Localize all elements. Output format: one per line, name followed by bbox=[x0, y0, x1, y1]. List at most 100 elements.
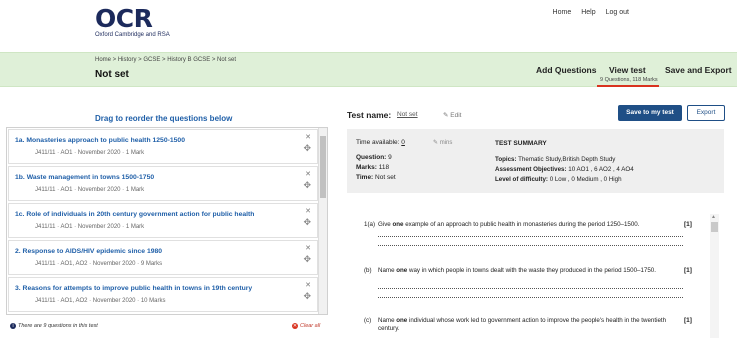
export-button[interactable]: Export bbox=[687, 105, 725, 121]
paper-scrollbar[interactable]: ▲ bbox=[710, 214, 719, 338]
question-text-bold: one bbox=[396, 267, 408, 274]
tab-view-test[interactable]: View test bbox=[609, 65, 646, 75]
clear-icon: ✕ bbox=[292, 323, 298, 329]
question-meta: J411/11 · AO1, AO2 · November 2020 · 10 … bbox=[35, 298, 166, 304]
question-item[interactable]: 2. Response to AIDS/HIV epidemic since 1… bbox=[8, 240, 318, 275]
pencil-icon: ✎ bbox=[433, 140, 439, 146]
time-value: Not set bbox=[375, 174, 396, 181]
answer-line bbox=[378, 236, 683, 237]
remove-question-icon[interactable]: ✕ bbox=[305, 207, 311, 215]
drag-reorder-title: Drag to reorder the questions below bbox=[95, 114, 233, 123]
summary-topics: Topics: Thematic Study,British Depth Stu… bbox=[495, 156, 615, 163]
difficulty-value: 0 Low , 0 Medium , 0 High bbox=[549, 176, 622, 183]
topics-value: Thematic Study,British Depth Study bbox=[518, 156, 616, 163]
breadcrumb[interactable]: Home > History > GCSE > History B GCSE >… bbox=[95, 57, 236, 63]
test-summary-panel: Time available: 0 ✎ mins Question: 9 Mar… bbox=[347, 129, 724, 193]
scroll-up-arrow-icon[interactable]: ▲ bbox=[711, 214, 716, 220]
clear-all-label: Clear all bbox=[300, 323, 321, 329]
ocr-logo[interactable]: OCR Oxford Cambridge and RSA bbox=[95, 6, 170, 38]
scrollbar-thumb[interactable] bbox=[711, 222, 718, 232]
logo-subtitle: Oxford Cambridge and RSA bbox=[95, 32, 170, 38]
view-test-summary: 9 Questions, 118 Marks bbox=[600, 77, 658, 83]
question-text-part: example of an approach to public health … bbox=[403, 221, 640, 228]
time-available: Time available: 0 bbox=[356, 139, 405, 146]
drag-handle-icon[interactable]: ✥ bbox=[303, 180, 311, 191]
answer-line bbox=[378, 245, 683, 246]
remove-question-icon[interactable]: ✕ bbox=[305, 133, 311, 141]
question-number: 1(a) bbox=[364, 221, 376, 228]
page-title: Not set bbox=[95, 69, 129, 80]
top-header: OCR Oxford Cambridge and RSA Home Help L… bbox=[0, 0, 737, 52]
scrollbar-thumb[interactable] bbox=[320, 136, 326, 198]
question-count-label: Question: bbox=[356, 154, 387, 161]
time-setting: Time: Not set bbox=[356, 174, 396, 181]
nav-help-link[interactable]: Help bbox=[581, 9, 595, 16]
question-meta: J411/11 · AO1 · November 2020 · 1 Mark bbox=[35, 224, 145, 230]
nav-home-link[interactable]: Home bbox=[553, 9, 572, 16]
question-meta: J411/11 · AO1, AO2 · November 2020 · 9 M… bbox=[35, 261, 163, 267]
question-number: (b) bbox=[364, 267, 372, 274]
difficulty-label: Level of difficulty: bbox=[495, 176, 548, 183]
question-item[interactable]: 1c. Role of individuals in 20th century … bbox=[8, 203, 318, 238]
active-tab-indicator bbox=[597, 85, 659, 87]
test-summary-heading: TEST SUMMARY bbox=[495, 140, 547, 147]
question-text: Give one example of an approach to publi… bbox=[378, 221, 683, 229]
drag-handle-icon[interactable]: ✥ bbox=[303, 217, 311, 228]
question-title[interactable]: 1a. Monasteries approach to public healt… bbox=[15, 137, 185, 144]
time-mins-input[interactable]: ✎ mins bbox=[433, 139, 452, 146]
marks-label: Marks: bbox=[356, 164, 377, 171]
summary-assessment-objectives: Assessment Objectives: 10 AO1 , 6 AO2 , … bbox=[495, 166, 634, 173]
question-count-text: There are 9 questions in this test bbox=[18, 323, 98, 329]
question-list[interactable]: 1a. Monasteries approach to public healt… bbox=[6, 127, 328, 315]
clear-all-link[interactable]: ✕ Clear all bbox=[292, 323, 320, 329]
edit-test-name-link[interactable]: ✎ Edit bbox=[443, 111, 461, 119]
drag-handle-icon[interactable]: ✥ bbox=[303, 254, 311, 265]
question-count-note: i There are 9 questions in this test bbox=[10, 323, 98, 329]
tab-add-questions[interactable]: Add Questions bbox=[536, 65, 596, 75]
question-text-part: individual whose work led to government … bbox=[378, 317, 667, 332]
question-item[interactable]: 1a. Monasteries approach to public healt… bbox=[8, 129, 318, 164]
remove-question-icon[interactable]: ✕ bbox=[305, 281, 311, 289]
mins-label: mins bbox=[439, 140, 453, 146]
question-text: Name one individual whose work led to go… bbox=[378, 317, 683, 333]
time-label: Time: bbox=[356, 174, 374, 181]
question-text: Name one way in which people in towns de… bbox=[378, 267, 683, 275]
answer-line bbox=[378, 297, 683, 298]
remove-question-icon[interactable]: ✕ bbox=[305, 170, 311, 178]
question-item[interactable]: 3. Reasons for attempts to improve publi… bbox=[8, 277, 318, 312]
test-name-label: Test name: bbox=[347, 110, 392, 120]
question-meta: J411/11 · AO1 · November 2020 · 1 Mark bbox=[35, 187, 145, 193]
drag-handle-icon[interactable]: ✥ bbox=[303, 291, 311, 302]
drag-handle-icon[interactable]: ✥ bbox=[303, 143, 311, 154]
time-available-value[interactable]: 0 bbox=[401, 139, 405, 146]
question-text-bold: one bbox=[396, 317, 408, 324]
question-title[interactable]: 2. Response to AIDS/HIV epidemic since 1… bbox=[15, 248, 162, 255]
question-mark: [1] bbox=[684, 267, 692, 274]
page-header-band: Home > History > GCSE > History B GCSE >… bbox=[0, 52, 737, 87]
save-to-my-test-button[interactable]: Save to my test bbox=[618, 105, 682, 121]
question-meta: J411/11 · AO1 · November 2020 · 1 Mark bbox=[35, 150, 145, 156]
tab-save-and-export[interactable]: Save and Export bbox=[665, 65, 732, 75]
remove-question-icon[interactable]: ✕ bbox=[305, 244, 311, 252]
ao-value: 10 AO1 , 6 AO2 , 4 AO4 bbox=[568, 166, 634, 173]
question-paper-preview: 1(a) Give one example of an approach to … bbox=[347, 210, 724, 338]
page: OCR Oxford Cambridge and RSA Home Help L… bbox=[0, 0, 737, 338]
question-text-part: Give bbox=[378, 221, 393, 228]
info-icon: i bbox=[10, 323, 16, 329]
question-title[interactable]: 1c. Role of individuals in 20th century … bbox=[15, 211, 254, 218]
top-nav: Home Help Log out bbox=[553, 9, 629, 16]
summary-difficulty: Level of difficulty: 0 Low , 0 Medium , … bbox=[495, 176, 622, 183]
marks-count: Marks: 118 bbox=[356, 164, 389, 171]
question-list-scrollbar[interactable] bbox=[318, 128, 327, 314]
question-title[interactable]: 3. Reasons for attempts to improve publi… bbox=[15, 285, 252, 292]
test-name-value[interactable]: Not set bbox=[397, 111, 418, 118]
question-number: (c) bbox=[364, 317, 372, 324]
question-item[interactable]: 1b. Waste management in towns 1500-1750 … bbox=[8, 166, 318, 201]
question-text-bold: one bbox=[392, 221, 404, 228]
nav-logout-link[interactable]: Log out bbox=[606, 9, 629, 16]
edit-label: Edit bbox=[450, 112, 462, 119]
time-available-label: Time available: bbox=[356, 139, 400, 146]
question-text-part: Name bbox=[378, 267, 397, 274]
question-count-value: 9 bbox=[388, 154, 392, 161]
question-title[interactable]: 1b. Waste management in towns 1500-1750 bbox=[15, 174, 154, 181]
